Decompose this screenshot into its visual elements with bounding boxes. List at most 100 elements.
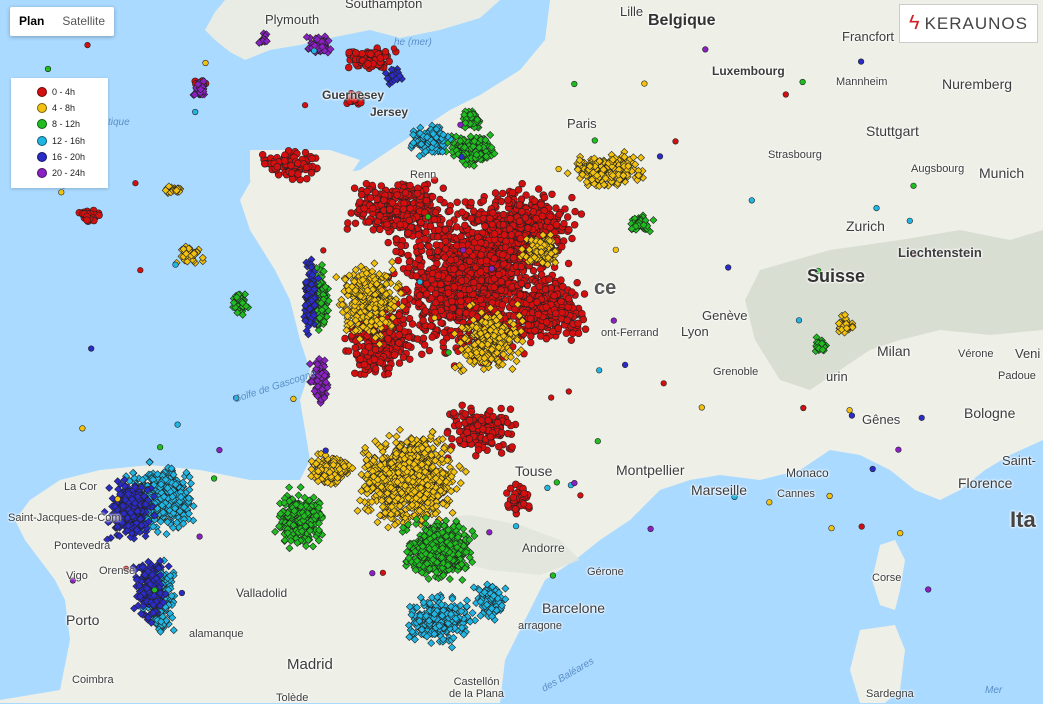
lightning-strike-marker [474, 421, 482, 430]
lightning-strike-marker [461, 410, 469, 418]
lightning-strike-marker [377, 182, 385, 190]
lightning-strike-marker [467, 407, 476, 416]
lightning-strike-marker [447, 256, 455, 264]
lightning-strike-marker [479, 214, 487, 223]
lightning-strike-marker [356, 355, 365, 363]
lightning-strike-marker [288, 175, 297, 183]
lightning-strike-marker [568, 288, 576, 296]
lightning-strike-marker [499, 189, 507, 198]
lightning-strike-marker [558, 243, 566, 251]
lightning-strike-marker [426, 222, 435, 231]
lightning-strike-marker [371, 345, 380, 354]
lightning-strike-marker [546, 223, 554, 232]
lightning-strike-marker [448, 297, 456, 306]
lightning-strike-marker [351, 369, 359, 377]
lightning-strike-marker [541, 285, 550, 294]
lightning-strike-marker [477, 239, 485, 247]
lightning-strike-marker [371, 189, 379, 197]
lightning-strike-marker [446, 312, 454, 320]
lightning-strike-marker [370, 355, 379, 364]
lightning-strike-marker [453, 198, 461, 207]
lightning-strike-marker [506, 405, 515, 413]
lightning-strike-marker [388, 199, 396, 207]
lightning-strike-marker [508, 188, 517, 197]
lightning-strike-marker [367, 50, 375, 58]
lightning-strike-marker [552, 309, 560, 318]
lightning-strike-marker [395, 331, 403, 339]
lightning-strike-marker [369, 226, 377, 234]
lightning-strike-marker [512, 480, 520, 488]
lightning-strike-marker [412, 272, 420, 280]
lightning-strike-marker [532, 214, 540, 223]
lightning-strike-marker [428, 193, 437, 201]
lightning-strike-marker [550, 292, 558, 300]
lightning-strike-marker [568, 193, 576, 202]
lightning-strike-marker [497, 277, 505, 286]
lightning-strike-marker [466, 416, 474, 425]
lightning-strike-marker [500, 260, 508, 268]
lightning-strike-marker [423, 290, 431, 298]
lightning-strike-marker [394, 181, 402, 189]
lightning-strike-marker [425, 248, 433, 257]
lightning-strike-marker [527, 332, 535, 340]
lightning-strike-marker [546, 212, 554, 221]
lightning-strike-marker [506, 215, 514, 223]
lightning-strike-marker [467, 214, 475, 223]
lightning-strike-marker [490, 283, 498, 291]
lightning-strike-marker [458, 208, 466, 216]
lightning-strike-marker [436, 195, 444, 204]
lightning-strike-marker [456, 291, 465, 299]
lightning-strike-marker [499, 221, 508, 229]
lightning-strike-marker [558, 308, 566, 317]
lightning-strike-marker [83, 216, 91, 224]
lightning-strike-marker [360, 204, 368, 213]
lightning-strike-marker [422, 228, 430, 237]
lightning-strike-marker [462, 309, 470, 317]
lightning-strike-marker [344, 219, 352, 227]
lightning-strike-marker [417, 262, 425, 270]
lightning-strike-marker [457, 297, 465, 305]
lightning-strike-marker [564, 295, 573, 303]
lightning-strike-marker [450, 283, 458, 291]
lightning-strike-marker [413, 189, 422, 198]
lightning-strike-marker [441, 237, 450, 246]
lightning-strike-marker [524, 224, 532, 232]
lightning-strike-marker [392, 247, 400, 256]
lightning-strike-marker [477, 251, 485, 259]
lightning-strike-marker [351, 219, 360, 228]
lightning-strike-marker [302, 163, 311, 172]
lightning-strike-marker [436, 295, 445, 303]
lightning-strike-marker [571, 207, 579, 216]
lightning-strike-marker [526, 338, 535, 347]
lightning-strike-marker [554, 324, 563, 332]
lightning-strike-marker [434, 271, 442, 280]
lightning-strike-marker [439, 184, 447, 192]
lightning-strike-marker [515, 201, 524, 209]
lightning-strike-marker [356, 198, 364, 206]
lightning-strike-marker [405, 263, 413, 272]
lightning-strike-marker [517, 263, 525, 271]
lightning-strike-marker [376, 212, 384, 220]
lightning-strike-marker [384, 335, 392, 343]
lightning-strike-marker [373, 195, 381, 203]
lightning-strike-marker [465, 435, 474, 443]
lightning-strike-marker [567, 336, 575, 344]
lightning-strike-marker [548, 190, 556, 199]
lightning-strike-marker [392, 207, 401, 216]
lightning-strike-marker [384, 370, 392, 378]
lightning-strike-marker [562, 329, 570, 337]
lightning-strike-marker [498, 301, 507, 309]
lightning-strike-marker [347, 209, 355, 217]
lightning-strike-marker [394, 256, 402, 265]
lightning-strike-marker [415, 231, 423, 239]
lightning-strike-marker [345, 48, 353, 57]
lightning-strike-marker [395, 311, 403, 319]
lightning-strike-marker [406, 355, 414, 363]
lightning-strike-marker [515, 217, 524, 225]
lightning-strike-marker [443, 429, 451, 437]
lightning-strike-marker [491, 189, 500, 197]
lightning-strike-marker [415, 299, 423, 307]
lightning-strike-marker [437, 319, 445, 327]
lightning-strike-marker [404, 229, 412, 237]
lightning-strike-marker [415, 255, 423, 263]
